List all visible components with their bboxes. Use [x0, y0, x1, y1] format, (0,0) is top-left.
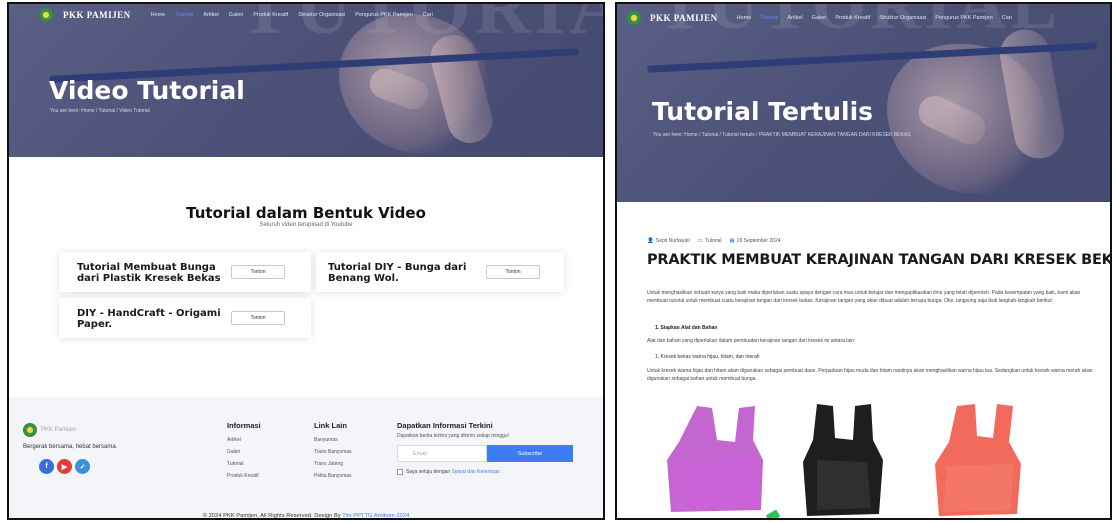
footer-link-banyumas[interactable]: Banyumas [314, 437, 338, 443]
watch-button[interactable]: Tonton [486, 265, 540, 279]
purple-bag-image [667, 406, 763, 512]
nav-struktur-organisasi[interactable]: Struktur Organisasi [879, 15, 926, 21]
newsletter-desc: Dapatkan berita terkini yang dikirim set… [397, 433, 509, 439]
footer-link-trans-banyumas[interactable]: Trans Banyumas [314, 449, 352, 455]
breadcrumb: You are here: Home / Tutorial / Tutorial… [653, 132, 911, 138]
calendar-icon: ▦ [729, 238, 735, 244]
terms-link[interactable]: Syarat dan Ketentuan [452, 469, 500, 475]
nav-artikel[interactable]: Artikel [787, 15, 802, 21]
nav-galeri[interactable]: Galeri [229, 12, 244, 18]
article-title: PRAKTIK MEMBUAT KERAJINAN TANGAN DARI KR… [647, 252, 1112, 268]
footer-link-pelita-banyumas[interactable]: Pelita Banyumas [314, 473, 352, 479]
pkk-logo-icon [39, 8, 53, 22]
footer-logo-icon [23, 423, 37, 437]
author[interactable]: 👤 Septi Nurfaiyati [647, 238, 690, 244]
agree-checkbox[interactable] [397, 469, 403, 475]
pkk-logo-icon [627, 11, 641, 25]
section-title: Tutorial dalam Bentuk Video [186, 204, 426, 222]
material-item: 1. Kresek bekas warna hijau, hitam, dan … [655, 354, 760, 360]
video-card: DIY - HandCraft - Origami Paper. Tonton [59, 298, 311, 338]
nav-cari[interactable]: Cari [423, 12, 433, 18]
hero-banner: TUTORIAL PKK PAMIJEN Home Tutorial Artik… [617, 4, 1110, 202]
folder-icon: ▭ [697, 238, 703, 244]
nav-artikel[interactable]: Artikel [203, 12, 218, 18]
user-icon: 👤 [647, 238, 654, 244]
written-tutorial-page: TUTORIAL PKK PAMIJEN Home Tutorial Artik… [615, 2, 1112, 520]
nav-pengurus[interactable]: Pengurus PKK Pamijen [355, 12, 412, 18]
video-card-title: DIY - HandCraft - Origami Paper. [77, 308, 221, 330]
footer-link-trans-jateng[interactable]: Trans Jateng [314, 461, 343, 467]
designer-link[interactable]: Tim PPTTG Amikom 2024 [342, 513, 409, 518]
footer-link-produk-kreatif[interactable]: Produk Kreatif [227, 473, 259, 479]
nav-home[interactable]: Home [737, 15, 752, 21]
footer-heading-informasi: Informasi [227, 421, 261, 430]
nav-tutorial[interactable]: Tutorial [175, 12, 193, 18]
step-heading: 1. Siapkan Alat dan Bahan [655, 325, 718, 331]
email-input[interactable]: Email [397, 445, 487, 462]
nav-pengurus[interactable]: Pengurus PKK Pamijen [935, 15, 992, 21]
twitter-icon[interactable]: ✓ [75, 459, 90, 474]
footer-brand: PKK Pamijen [41, 427, 77, 433]
nav-galeri[interactable]: Galeri [812, 15, 827, 21]
footer-heading-newsletter: Dapatkan Informasi Terkini [397, 421, 493, 430]
video-tutorial-page: TUTORIAL PKK PAMIJEN Home Tutorial Artik… [7, 2, 605, 520]
site-footer: PKK Pamijen Bergerak bersama, hebat bers… [9, 397, 603, 519]
watch-button[interactable]: Tonton [231, 265, 285, 279]
category[interactable]: ▭ Tutorial [698, 238, 722, 244]
post-date: ▦ 19 September 2024 [729, 238, 781, 244]
copyright: © 2024 PKK Pamijen, All Rights Reserved.… [202, 513, 410, 519]
page-title: Tutorial Tertulis [652, 97, 874, 126]
brand-name[interactable]: PKK PAMIJEN [63, 10, 131, 20]
nav-cari[interactable]: Cari [1002, 15, 1012, 21]
subscribe-button[interactable]: Subscribe [487, 445, 573, 462]
youtube-icon[interactable]: ▶ [57, 459, 72, 474]
breadcrumb: You are here: Home / Tutorial / Video Tu… [50, 108, 150, 114]
red-bag-image [935, 404, 1021, 516]
nav-tutorial[interactable]: Tutorial [760, 15, 778, 21]
facebook-icon[interactable]: f [39, 459, 54, 474]
step-desc: Alat dan bahan yang diperlukan dalam pem… [647, 338, 856, 344]
plastic-bags-photo [667, 404, 1021, 518]
agree-label: Saya setuju dengan Syarat dan Ketentuan [406, 469, 500, 475]
footer-heading-link-lain: Link Lain [314, 421, 347, 430]
video-card-title: Tutorial DIY - Bunga dari Benang Wol. [328, 262, 467, 284]
footer-link-galeri[interactable]: Galeri [227, 449, 240, 455]
brand-name[interactable]: PKK PAMIJEN [650, 13, 718, 23]
footer-link-artikel[interactable]: Artikel [227, 437, 241, 443]
section-subtitle: Seluruh video terupload di Youtube [259, 222, 353, 228]
footer-tagline: Bergerak bersama, hebat bersama. [23, 444, 118, 450]
watch-button[interactable]: Tonton [231, 311, 285, 325]
article-para: Untuk kresek warna hijau dan hitam akan … [647, 368, 1093, 382]
nav-produk-kreatif[interactable]: Produk Kreatif [253, 12, 288, 18]
video-card-title: Tutorial Membuat Bunga dari Plastik Krese… [77, 262, 221, 284]
nav-struktur-organisasi[interactable]: Struktur Organisasi [298, 12, 345, 18]
top-navbar: PKK PAMIJEN Home Tutorial Artikel Galeri… [9, 4, 603, 26]
nav-produk-kreatif[interactable]: Produk Kreatif [835, 15, 870, 21]
black-bag-image [803, 404, 883, 516]
page-title: Video Tutorial [49, 76, 245, 105]
green-bag-image [765, 509, 781, 518]
hero-banner: TUTORIAL PKK PAMIJEN Home Tutorial Artik… [9, 4, 603, 157]
footer-link-tutorial[interactable]: Tutorial [227, 461, 244, 467]
article-intro: Untuk menghasilkan sebuah karya yang bai… [647, 290, 1081, 304]
nav-home[interactable]: Home [151, 12, 166, 18]
top-navbar: PKK PAMIJEN Home Tutorial Artikel Galeri… [617, 4, 1110, 32]
video-card: Tutorial Membuat Bunga dari Plastik Krese… [59, 252, 311, 292]
article-meta: 👤 Septi Nurfaiyati ▭ Tutorial ▦ 19 Septembe… [647, 238, 781, 244]
video-card: Tutorial DIY - Bunga dari Benang Wol. Ton… [316, 252, 564, 292]
